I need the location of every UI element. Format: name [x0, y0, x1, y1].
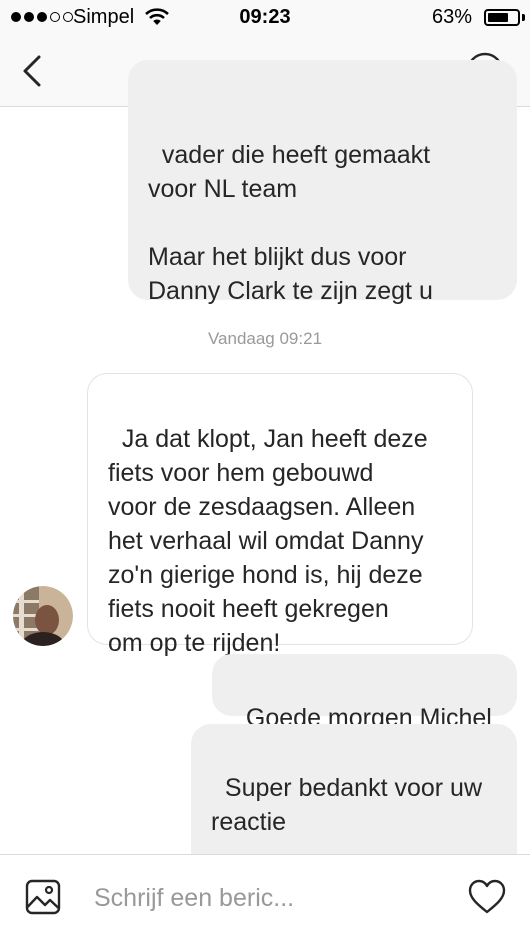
message-text: vader die heeft gemaakt voor NL team Maa… [148, 141, 433, 305]
message-text: Super bedankt voor uw reactie [211, 774, 483, 836]
battery-tip [522, 14, 525, 21]
battery-percentage: 63% [431, 6, 472, 28]
message-input[interactable] [94, 879, 434, 917]
outgoing-message-bubble[interactable]: Goede morgen Michel [212, 654, 517, 732]
message-composer [0, 854, 530, 941]
message-timestamp: Vandaag 09:21 [207, 329, 323, 348]
image-icon[interactable] [25, 879, 61, 915]
incoming-message-bubble[interactable]: Ja dat klopt, Jan heeft deze fiets voor … [87, 373, 473, 657]
status-bar: Simpel 09:23 63% [0, 0, 530, 36]
battery-icon [484, 9, 520, 26]
avatar[interactable] [13, 586, 73, 646]
outgoing-message-bubble[interactable]: vader die heeft gemaakt voor NL team Maa… [128, 60, 517, 305]
message-text: Ja dat klopt, Jan heeft deze fiets voor … [108, 425, 428, 657]
heart-icon[interactable] [468, 879, 506, 915]
